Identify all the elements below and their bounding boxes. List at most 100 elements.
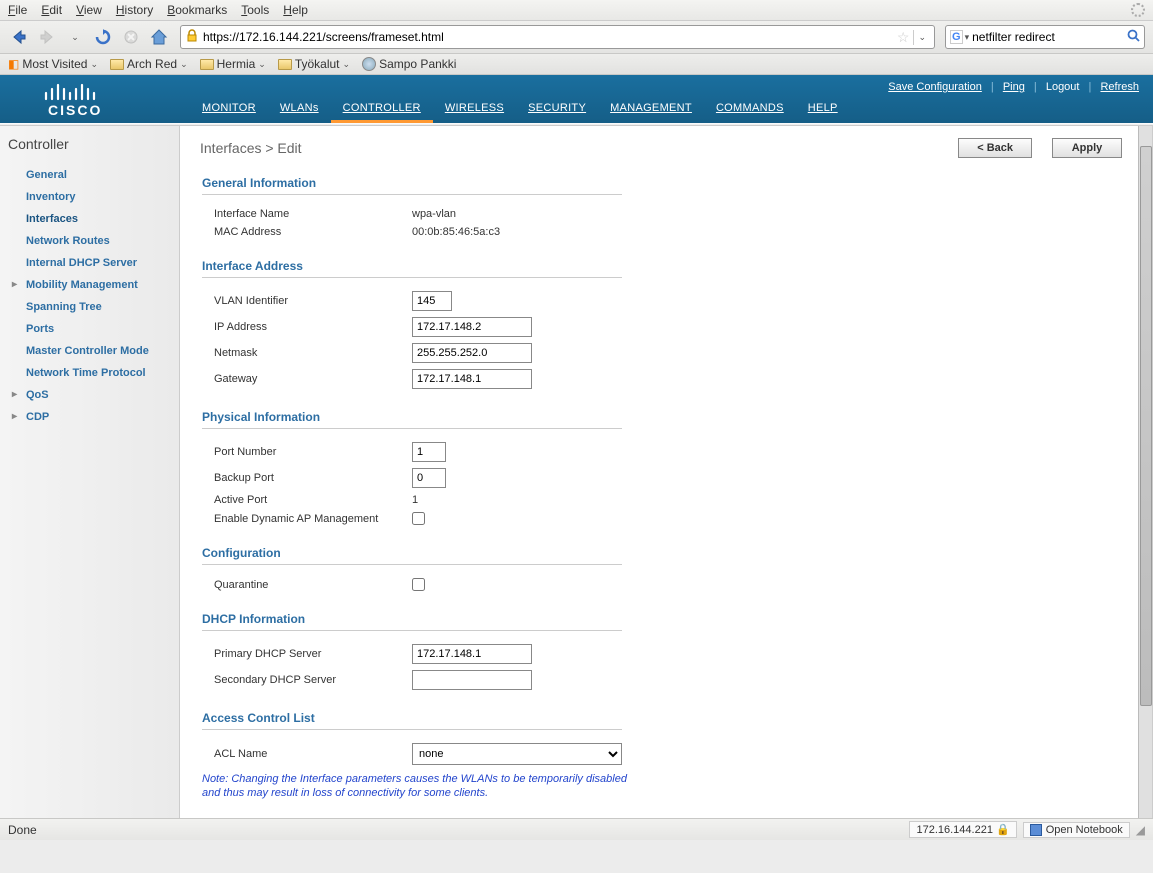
nav-monitor[interactable]: MONITOR xyxy=(190,96,268,123)
sidebar-item-general[interactable]: General xyxy=(8,164,171,186)
ping-link[interactable]: Ping xyxy=(1003,81,1025,93)
apply-button[interactable]: Apply xyxy=(1052,138,1122,158)
menu-history[interactable]: History xyxy=(116,3,153,17)
stop-icon[interactable] xyxy=(120,26,142,48)
open-notebook-button[interactable]: Open Notebook xyxy=(1023,822,1130,838)
folder-icon xyxy=(200,59,214,70)
bookmark-label: Työkalut xyxy=(295,57,340,71)
search-engine-dropdown[interactable]: ▾ xyxy=(965,32,970,43)
sidebar-item-ports[interactable]: Ports xyxy=(8,318,171,340)
netmask-input[interactable] xyxy=(412,343,532,363)
bookmark-tyokalut[interactable]: Työkalut⌄ xyxy=(278,57,350,71)
interface-name-label: Interface Name xyxy=(214,208,412,220)
statusbar: Done 172.16.144.221 🔒 Open Notebook ◢ xyxy=(0,818,1153,840)
search-go-icon[interactable] xyxy=(1127,29,1141,46)
backup-port-input[interactable] xyxy=(412,468,446,488)
folder-icon xyxy=(278,59,292,70)
port-number-input[interactable] xyxy=(412,442,446,462)
cisco-top-links: Save Configuration | Ping | Logout | Ref… xyxy=(886,81,1141,93)
url-history-dropdown[interactable]: ⌄ xyxy=(913,30,930,45)
sidebar-item-mobility-management[interactable]: Mobility Management xyxy=(8,274,171,296)
nav-security[interactable]: SECURITY xyxy=(516,96,598,123)
active-port-label: Active Port xyxy=(214,494,412,506)
lock-icon: 🔒 xyxy=(996,824,1010,836)
gateway-label: Gateway xyxy=(214,373,412,385)
sidebar-item-inventory[interactable]: Inventory xyxy=(8,186,171,208)
nav-history-dropdown[interactable]: ⌄ xyxy=(64,26,86,48)
sidebar-item-interfaces[interactable]: Interfaces xyxy=(8,208,171,230)
active-port-value: 1 xyxy=(412,494,418,506)
sidebar-title: Controller xyxy=(8,136,171,152)
status-text: Done xyxy=(8,823,37,837)
resize-grip-icon[interactable]: ◢ xyxy=(1136,823,1145,837)
throbber-icon xyxy=(1131,3,1145,17)
cisco-logo: CISCO xyxy=(40,79,130,119)
browser-toolbar: ⌄ ☆ ⌄ G ▾ xyxy=(0,21,1153,54)
globe-icon xyxy=(362,57,376,71)
secondary-dhcp-label: Secondary DHCP Server xyxy=(214,674,412,686)
search-input[interactable] xyxy=(972,30,1127,44)
bookmark-most-visited[interactable]: ◧ Most Visited⌄ xyxy=(8,57,98,71)
dynamic-ap-checkbox[interactable] xyxy=(412,512,425,525)
sidebar-item-cdp[interactable]: CDP xyxy=(8,406,171,428)
backup-port-label: Backup Port xyxy=(214,472,412,484)
reload-icon[interactable] xyxy=(92,26,114,48)
nav-management[interactable]: MANAGEMENT xyxy=(598,96,704,123)
sidebar: Controller General Inventory Interfaces … xyxy=(0,126,180,818)
nav-help[interactable]: HELP xyxy=(796,96,850,123)
status-host: 172.16.144.221 🔒 xyxy=(909,821,1016,838)
section-configuration: Configuration xyxy=(202,546,622,565)
url-input[interactable] xyxy=(203,30,897,44)
sidebar-item-network-routes[interactable]: Network Routes xyxy=(8,230,171,252)
sidebar-item-master-controller-mode[interactable]: Master Controller Mode xyxy=(8,340,171,362)
nav-commands[interactable]: COMMANDS xyxy=(704,96,796,123)
acl-name-select[interactable]: none xyxy=(412,743,622,765)
most-visited-icon: ◧ xyxy=(8,57,19,71)
secondary-dhcp-input[interactable] xyxy=(412,670,532,690)
folder-icon xyxy=(110,59,124,70)
back-icon[interactable] xyxy=(8,26,30,48)
url-bar[interactable]: ☆ ⌄ xyxy=(180,25,935,49)
logout-link[interactable]: Logout xyxy=(1046,81,1080,93)
menu-help[interactable]: Help xyxy=(283,3,308,17)
netmask-label: Netmask xyxy=(214,347,412,359)
sidebar-item-spanning-tree[interactable]: Spanning Tree xyxy=(8,296,171,318)
sidebar-item-qos[interactable]: QoS xyxy=(8,384,171,406)
primary-dhcp-input[interactable] xyxy=(412,644,532,664)
menu-edit[interactable]: Edit xyxy=(41,3,62,17)
ip-address-label: IP Address xyxy=(214,321,412,333)
back-button[interactable]: < Back xyxy=(958,138,1032,158)
scrollbar[interactable] xyxy=(1138,126,1152,818)
nav-wlans[interactable]: WLANs xyxy=(268,96,331,123)
home-icon[interactable] xyxy=(148,26,170,48)
save-config-link[interactable]: Save Configuration xyxy=(888,81,982,93)
quarantine-checkbox[interactable] xyxy=(412,578,425,591)
sidebar-item-internal-dhcp[interactable]: Internal DHCP Server xyxy=(8,252,171,274)
port-number-label: Port Number xyxy=(214,446,412,458)
gateway-input[interactable] xyxy=(412,369,532,389)
interface-note: Note: Changing the Interface parameters … xyxy=(202,772,642,801)
section-physical-info: Physical Information xyxy=(202,410,622,429)
search-bar[interactable]: G ▾ xyxy=(945,25,1145,49)
vlan-id-input[interactable] xyxy=(412,291,452,311)
menu-view[interactable]: View xyxy=(76,3,102,17)
bookmark-sampo-pankki[interactable]: Sampo Pankki xyxy=(362,57,456,71)
forward-icon[interactable] xyxy=(36,26,58,48)
nav-wireless[interactable]: WIRELESS xyxy=(433,96,516,123)
sidebar-item-ntp[interactable]: Network Time Protocol xyxy=(8,362,171,384)
bookmark-hermia[interactable]: Hermia⌄ xyxy=(200,57,266,71)
menu-file[interactable]: File xyxy=(8,3,27,17)
ip-address-input[interactable] xyxy=(412,317,532,337)
primary-dhcp-label: Primary DHCP Server xyxy=(214,648,412,660)
bookmark-label: Sampo Pankki xyxy=(379,57,456,71)
menu-bookmarks[interactable]: Bookmarks xyxy=(167,3,227,17)
section-dhcp-info: DHCP Information xyxy=(202,612,622,631)
refresh-link[interactable]: Refresh xyxy=(1100,81,1139,93)
bookmark-star-icon[interactable]: ☆ xyxy=(897,29,910,46)
nav-controller[interactable]: CONTROLLER xyxy=(331,96,433,123)
section-acl: Access Control List xyxy=(202,711,622,730)
bookmark-arch-red[interactable]: Arch Red⌄ xyxy=(110,57,188,71)
menu-tools[interactable]: Tools xyxy=(241,3,269,17)
scrollbar-thumb[interactable] xyxy=(1140,146,1152,706)
dynamic-ap-label: Enable Dynamic AP Management xyxy=(214,513,412,525)
